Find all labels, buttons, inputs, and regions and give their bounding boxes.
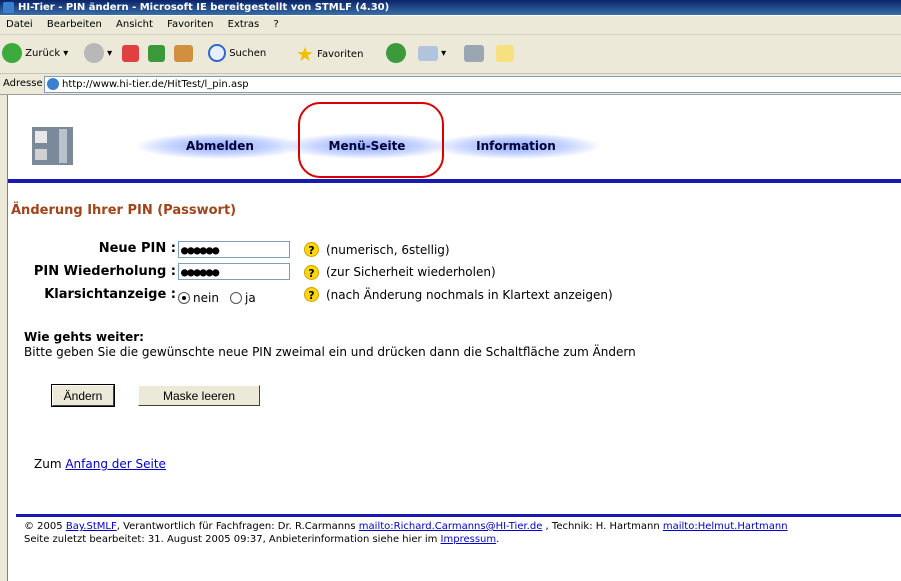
home-icon	[174, 44, 193, 62]
footer-rule	[16, 514, 901, 517]
history-icon	[386, 43, 406, 63]
back-to-top: Zum Anfang der Seite	[34, 457, 166, 471]
next-steps-heading: Wie gehts weiter:	[24, 330, 144, 344]
forward-arrow-icon	[84, 43, 104, 63]
window-titlebar: HI-Tier - PIN ändern - Microsoft IE bere…	[0, 0, 901, 15]
top-of-page-link[interactable]: Anfang der Seite	[65, 457, 166, 471]
plaintext-label: Klarsichtanzeige :	[44, 287, 176, 302]
nav-information[interactable]: Information	[432, 133, 600, 159]
address-label: Adresse	[3, 78, 43, 89]
menu-bearbeiten[interactable]: Bearbeiten	[47, 19, 102, 30]
menu-extras[interactable]: Extras	[228, 19, 260, 30]
stop-button[interactable]	[122, 43, 139, 65]
menu-ansicht[interactable]: Ansicht	[116, 19, 153, 30]
window-left-border	[0, 95, 8, 581]
hi-tier-logo	[32, 127, 73, 165]
mail-button[interactable]: ▾	[418, 43, 446, 65]
repeat-pin-hint: (zur Sicherheit wiederholen)	[326, 265, 496, 279]
footer-impressum-link[interactable]: Impressum	[441, 534, 497, 545]
page-icon	[47, 78, 59, 90]
back-arrow-icon	[2, 43, 22, 63]
footer-mail-carmanns[interactable]: mailto:Richard.Carmanns@HI-Tier.de	[359, 521, 543, 532]
search-icon	[208, 44, 226, 62]
next-steps-text: Bitte geben Sie die gewünschte neue PIN …	[24, 345, 636, 359]
forward-button[interactable]: ▾	[84, 43, 112, 65]
help-icon-new-pin[interactable]: ?	[304, 242, 319, 257]
notes-icon	[496, 44, 514, 62]
notes-button[interactable]	[496, 43, 514, 65]
menu-favoriten[interactable]: Favoriten	[167, 19, 213, 30]
new-pin-label: Neue PIN :	[98, 241, 176, 256]
help-icon-plaintext[interactable]: ?	[304, 287, 319, 302]
ie-icon	[3, 2, 14, 13]
change-button[interactable]: Ändern	[51, 384, 115, 407]
page-content: Abmelden Menü-Seite Information Änderung…	[8, 95, 901, 581]
clear-form-button[interactable]: Maske leeren	[138, 385, 260, 406]
toolbar: Zurück ▾ ▾ Suchen ★ Favoriten ▾	[0, 35, 901, 74]
footer-org-link[interactable]: Bay.StMLF	[66, 521, 117, 532]
radio-ja-label: ja	[245, 290, 256, 305]
new-pin-hint: (numerisch, 6stellig)	[326, 243, 450, 257]
window-title: HI-Tier - PIN ändern - Microsoft IE bere…	[18, 2, 390, 13]
address-url: http://www.hi-tier.de/HitTest/l_pin.asp	[62, 79, 249, 90]
address-input[interactable]: http://www.hi-tier.de/HitTest/l_pin.asp	[44, 76, 901, 93]
refresh-button[interactable]	[148, 43, 165, 65]
new-pin-input[interactable]: ●●●●●●	[178, 241, 290, 258]
refresh-icon	[148, 44, 165, 62]
repeat-pin-input[interactable]: ●●●●●●	[178, 263, 290, 280]
plaintext-hint: (nach Änderung nochmals in Klartext anze…	[326, 288, 613, 302]
favorites-button[interactable]: ★ Favoriten	[296, 43, 363, 65]
menu-bar: Datei Bearbeiten Ansicht Favoriten Extra…	[0, 16, 901, 35]
highlight-annotation	[298, 102, 444, 178]
page-heading: Änderung Ihrer PIN (Passwort)	[11, 203, 237, 218]
help-icon-repeat-pin[interactable]: ?	[304, 265, 319, 280]
menu-datei[interactable]: Datei	[6, 19, 33, 30]
print-icon	[464, 44, 484, 62]
history-button[interactable]	[386, 43, 406, 65]
home-button[interactable]	[174, 43, 193, 65]
repeat-pin-label: PIN Wiederholung :	[33, 264, 176, 279]
back-button[interactable]: Zurück ▾	[2, 43, 68, 65]
stop-icon	[122, 44, 139, 62]
radio-nein[interactable]	[178, 291, 190, 304]
star-icon: ★	[296, 42, 314, 66]
header-rule	[8, 179, 901, 183]
radio-ja[interactable]	[230, 291, 243, 304]
mail-icon	[418, 45, 438, 61]
footer: © 2005 Bay.StMLF, Verantwortlich für Fac…	[24, 521, 788, 545]
footer-mail-hartmann[interactable]: mailto:Helmut.Hartmann	[663, 521, 788, 532]
plaintext-radio-group: nein ja	[178, 287, 262, 306]
nav-logout[interactable]: Abmelden	[136, 133, 304, 159]
menu-help[interactable]: ?	[273, 19, 278, 30]
radio-nein-label: nein	[193, 290, 219, 305]
address-bar: Adresse http://www.hi-tier.de/HitTest/l_…	[0, 74, 901, 95]
search-button[interactable]: Suchen	[208, 43, 266, 65]
print-button[interactable]	[464, 43, 484, 65]
